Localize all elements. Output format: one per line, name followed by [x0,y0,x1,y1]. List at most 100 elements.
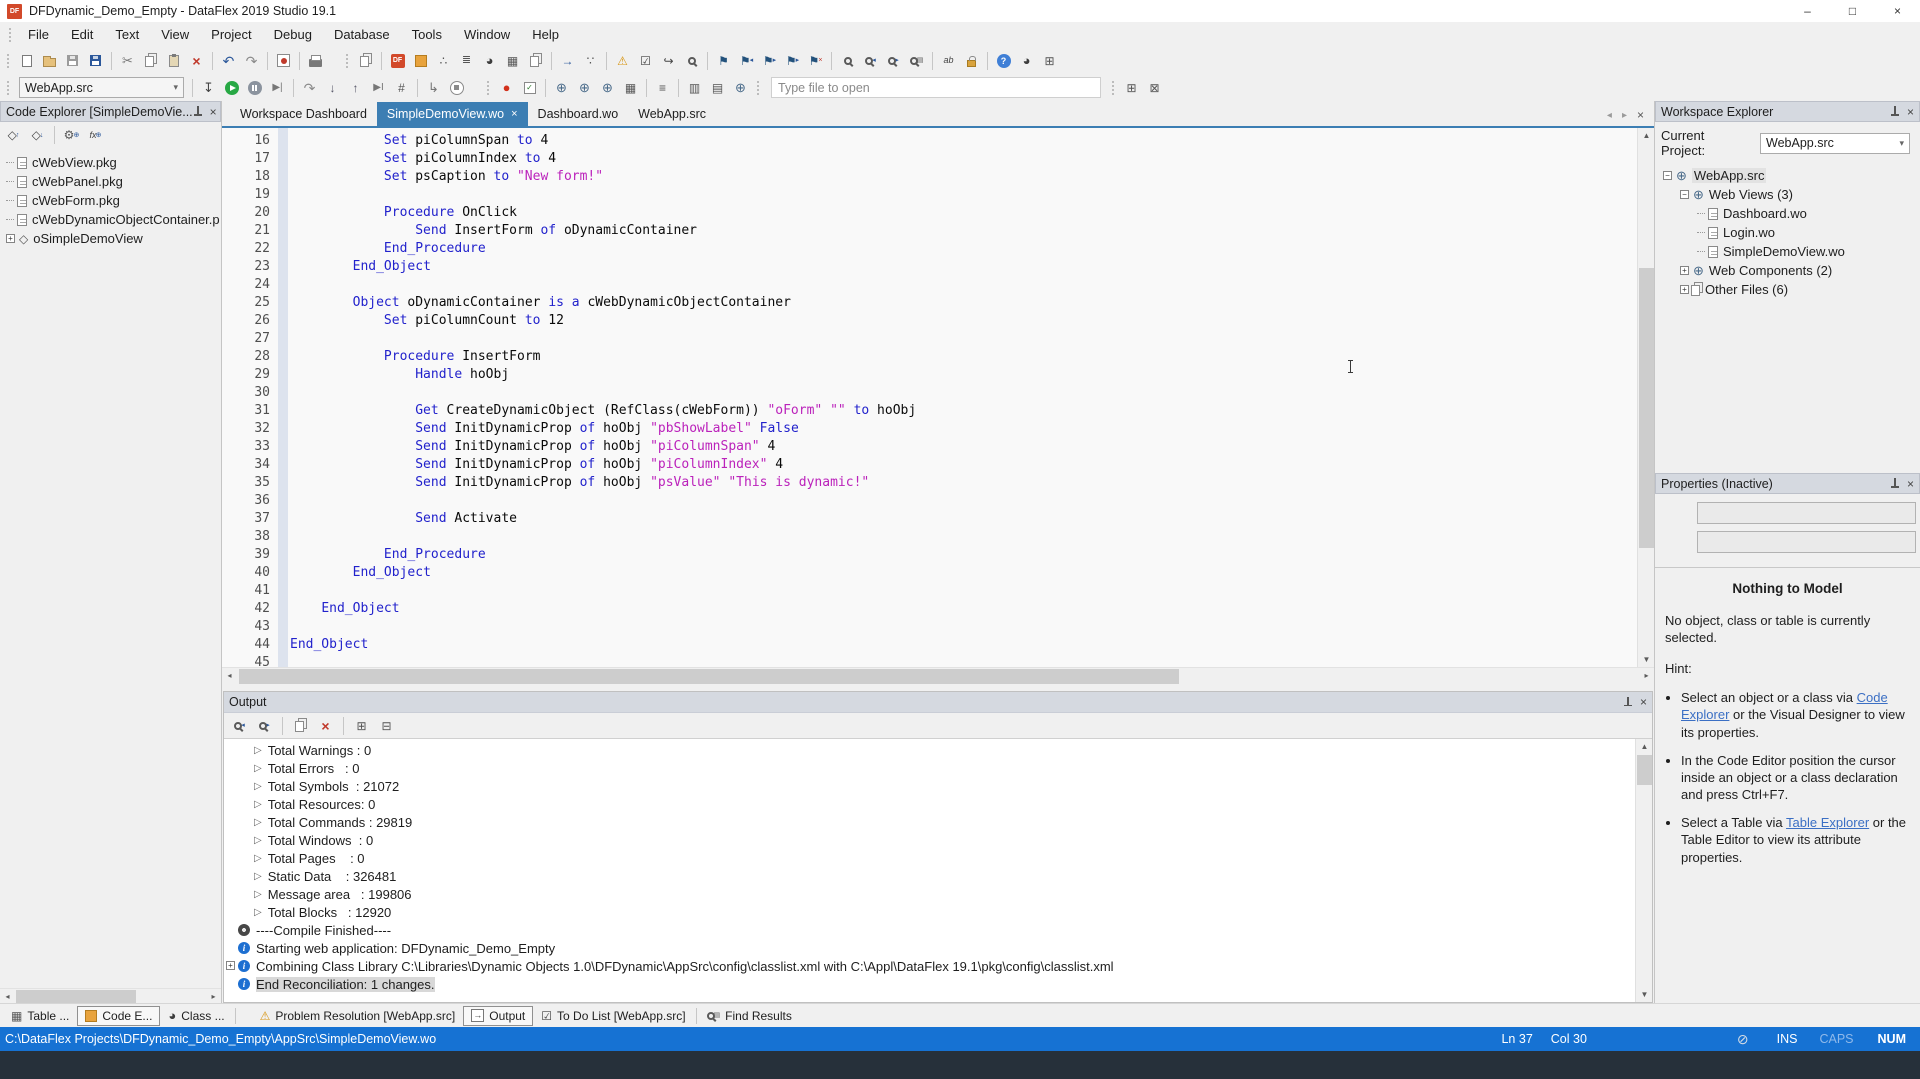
expander-icon[interactable]: − [1663,171,1672,180]
menu-view[interactable]: View [150,24,200,45]
panel-tab-find-results[interactable]: ▤ Find Results [699,1006,800,1026]
expander-icon[interactable]: + [1680,285,1689,294]
code-line-43[interactable]: 43 [222,618,1637,636]
exit-code-button[interactable]: ↪ [657,49,680,72]
pin-icon[interactable] [1890,106,1900,117]
code-line-17[interactable]: 17 Set piColumnIndex to 4 [222,150,1637,168]
menu-help[interactable]: Help [521,24,570,45]
class-selector[interactable] [1697,531,1916,553]
step-into-button[interactable]: ↓ [321,76,344,99]
output-row[interactable]: ▷ Total Windows : 0 [224,831,1635,849]
code-line-38[interactable]: 38 [222,528,1637,546]
code-editor[interactable]: 16 Set piColumnSpan to 4 17 Set piColumnI… [222,128,1654,667]
code-line-29[interactable]: 29 Handle hoObj [222,366,1637,384]
close-button[interactable]: × [1875,0,1920,22]
code-line-36[interactable]: 36 [222,492,1637,510]
expand-all-button[interactable]: ⊞ [350,714,373,737]
close-icon[interactable]: × [210,105,217,119]
cut-button[interactable]: ✂ [116,49,139,72]
color-palette-button[interactable]: ◕ [478,49,501,72]
menu-database[interactable]: Database [323,24,401,45]
pin-icon[interactable] [193,106,203,117]
browse-web-app-button[interactable]: ⊕ [596,76,619,99]
code-line-19[interactable]: 19 [222,186,1637,204]
scroll-right-icon[interactable]: ▸ [206,989,221,1004]
hint-link[interactable]: Table Explorer [1786,815,1869,830]
undo-button[interactable]: ↶ [217,49,240,72]
table-lookup-button[interactable]: ▦ [501,49,524,72]
editor-hscrollbar[interactable]: ◂ ▸ [222,667,1654,684]
restart-button[interactable]: ↷ [298,76,321,99]
menu-window[interactable]: Window [453,24,521,45]
scroll-thumb[interactable] [1639,268,1654,548]
output-row[interactable]: ▷ Total Symbols : 21072 [224,777,1635,795]
code-line-16[interactable]: 16 Set piColumnSpan to 4 [222,132,1637,150]
validate-form-button[interactable]: ✓ [518,76,541,99]
web-functions-button[interactable]: fx ⊕ [84,124,107,147]
scroll-down-icon[interactable]: ▼ [1638,652,1655,667]
output-row[interactable]: ▷ Total Errors : 0 [224,759,1635,777]
code-line-21[interactable]: 21 Send InsertForm of oDynamicContainer [222,222,1637,240]
save-all-button[interactable] [84,49,107,72]
panel-rows-button[interactable]: ▤ [706,76,729,99]
editor-tab-dashboard-wo[interactable]: Dashboard.wo [528,102,629,126]
code-line-40[interactable]: 40 End_Object [222,564,1637,582]
save-button[interactable] [61,49,84,72]
tab-scroll-left-icon[interactable]: ◂ [1607,110,1612,121]
copy-output-button[interactable] [289,714,312,737]
code-line-27[interactable]: 27 [222,330,1637,348]
code-line-45[interactable]: 45 [222,654,1637,667]
publish-web-app-button[interactable]: ⊕ [573,76,596,99]
menu-edit[interactable]: Edit [60,24,104,45]
expander-icon[interactable]: + [226,961,235,970]
table-new-button[interactable]: ⊞ [1120,76,1143,99]
scroll-right-icon[interactable]: ▸ [1639,668,1654,683]
web-preview-button[interactable]: ⊕ [729,76,752,99]
menu-project[interactable]: Project [200,24,262,45]
code-line-41[interactable]: 41 [222,582,1637,600]
code-structure-button[interactable]: ∵ [579,49,602,72]
panel-tab-class-[interactable]: ◕ Class ... [160,1006,232,1026]
run-button[interactable] [220,76,243,99]
code-line-37[interactable]: 37 Send Activate [222,510,1637,528]
tree-item-simpledemoview-wo[interactable]: SimpleDemoView.wo [1661,242,1914,261]
horizontal-splitter[interactable] [222,684,1654,691]
rename-button[interactable]: ab [937,49,960,72]
tree-item-cwebview-pkg[interactable]: cWebView.pkg [0,153,221,172]
output-row[interactable]: ----Compile Finished---- [224,921,1635,939]
output-row[interactable]: ▷ Total Blocks : 12920 [224,903,1635,921]
panel-tab-table-[interactable]: ▦ Table ... [3,1006,77,1026]
scroll-thumb[interactable] [1637,755,1652,785]
windows-taskbar[interactable] [0,1051,1920,1079]
tree-item-other-files-6-[interactable]: + Other Files (6) [1661,280,1914,299]
project-combo[interactable]: WebApp.src ▾ [19,77,184,98]
sync-object-up-button[interactable]: ◇ ↑ [2,124,25,147]
output-row[interactable]: i End Reconciliation: 1 changes. [224,975,1635,993]
find-next-button[interactable]: ▸ [882,49,905,72]
record-macro-button[interactable] [272,49,295,72]
bookmark-clear-button[interactable]: ⚑ × [804,49,827,72]
output-row[interactable]: + i Combining Class Library C:\Libraries\D… [224,957,1635,975]
grid-options-button[interactable]: ⊞ [1038,49,1061,72]
pin-icon[interactable] [1623,696,1633,708]
editor-tab-simpledemoview-wo[interactable]: SimpleDemoView.wo × [376,102,528,126]
goto-definition-button[interactable]: → [556,49,579,72]
panel-tab-output[interactable]: → Output [463,1005,534,1026]
open-file-button[interactable] [38,49,61,72]
data-dictionary-button[interactable]: ▦ [619,76,642,99]
compile-button[interactable]: ↧ [197,76,220,99]
code-line-39[interactable]: 39 End_Procedure [222,546,1637,564]
page-copy-button[interactable] [524,49,547,72]
tree-item-dashboard-wo[interactable]: Dashboard.wo [1661,204,1914,223]
run-to-cursor-button[interactable]: ▶I [367,76,390,99]
web-properties-button[interactable]: ⚙ ⊕ [60,124,83,147]
tree-item-cwebpanel-pkg[interactable]: cWebPanel.pkg [0,172,221,191]
code-line-26[interactable]: 26 Set piColumnCount to 12 [222,312,1637,330]
code-line-42[interactable]: 42 End_Object [222,600,1637,618]
menu-tools[interactable]: Tools [401,24,453,45]
output-row[interactable]: ▷ Total Commands : 29819 [224,813,1635,831]
help-button[interactable]: ? [992,49,1015,72]
bookmark-next-button[interactable]: ⚑ ▸ [758,49,781,72]
maximize-button[interactable]: □ [1830,0,1875,22]
scroll-left-icon[interactable]: ◂ [0,989,15,1004]
